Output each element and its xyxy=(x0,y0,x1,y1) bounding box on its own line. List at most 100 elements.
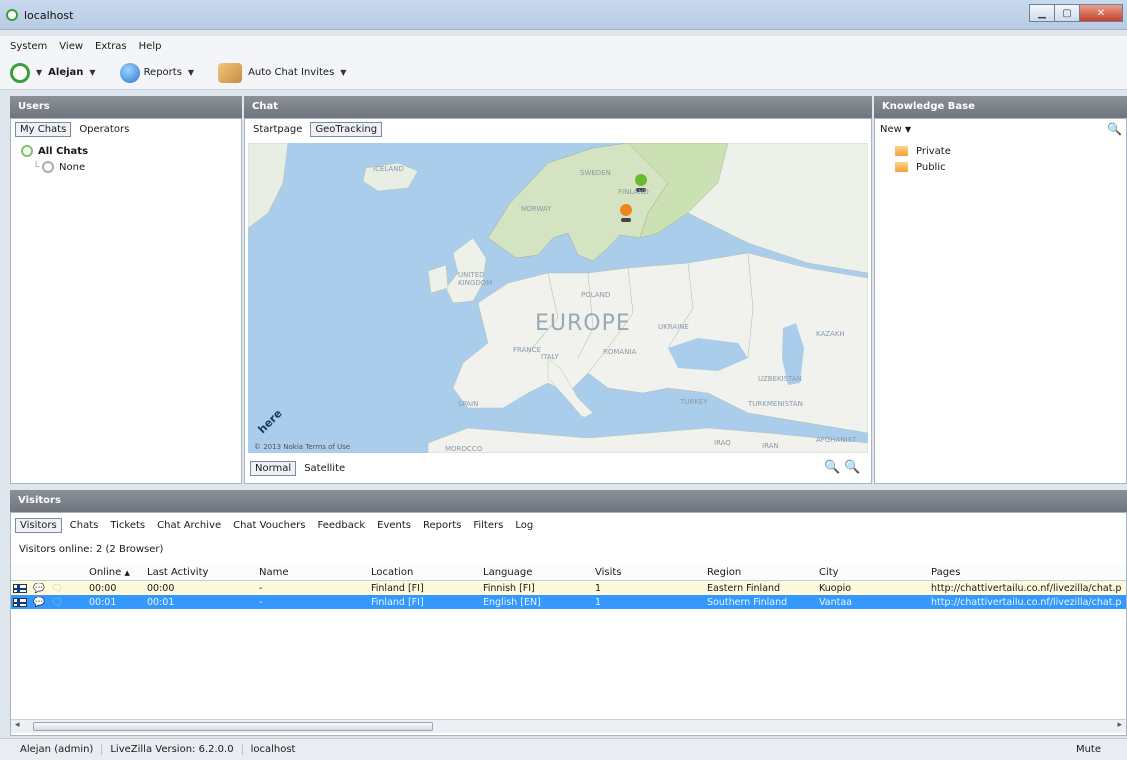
minimize-button[interactable]: ▁ xyxy=(1029,4,1055,22)
folder-label: Public xyxy=(916,161,946,173)
invites-label: Auto Chat Invites xyxy=(248,67,335,78)
tab-my-chats[interactable]: My Chats xyxy=(15,121,72,137)
map-label: IRAQ xyxy=(714,439,731,447)
cell-region: Eastern Finland xyxy=(707,582,781,594)
geotracking-map[interactable]: ICELAND SWEDEN FINLAND NORWAY UNITED KIN… xyxy=(248,143,868,453)
tab-log[interactable]: Log xyxy=(511,519,537,532)
sort-asc-icon: ▲ xyxy=(124,569,130,577)
cell-region: Southern Finland xyxy=(707,596,788,608)
column-name[interactable]: Name xyxy=(259,567,371,578)
kb-folder-public[interactable]: Public xyxy=(895,159,1126,175)
menu-extras[interactable]: Extras xyxy=(95,41,127,52)
column-visits[interactable]: Visits xyxy=(595,567,707,578)
status-icon xyxy=(21,145,33,157)
maximize-button[interactable]: ▢ xyxy=(1054,4,1080,22)
visitors-panel-header: Visitors xyxy=(10,490,1127,512)
map-credit-link[interactable]: © 2013 Nokia Terms of Use xyxy=(254,443,350,451)
kb-new-label: New xyxy=(880,123,902,135)
cell-last-activity: 00:00 xyxy=(147,582,175,594)
cell-language: Finnish [FI] xyxy=(483,582,535,594)
visitors-tabs: Visitors Chats Tickets Chat Archive Chat… xyxy=(11,513,1126,537)
zoom-in-icon[interactable]: 🔍 xyxy=(844,460,860,475)
tab-startpage[interactable]: Startpage xyxy=(249,123,306,136)
tab-geotracking[interactable]: GeoTracking xyxy=(310,121,383,137)
horizontal-scrollbar[interactable]: ◂ ▸ xyxy=(11,719,1126,733)
tree-item-all-chats[interactable]: All Chats xyxy=(21,143,241,159)
menu-bar: System View Extras Help xyxy=(0,36,1127,56)
tree-item-none[interactable]: └ None xyxy=(21,159,241,175)
menu-system[interactable]: System xyxy=(10,41,47,52)
column-pages[interactable]: Pages xyxy=(931,567,1121,578)
map-label: MOROCCO xyxy=(445,445,483,453)
close-button[interactable]: ✕ xyxy=(1079,4,1123,22)
zoom-out-icon[interactable]: 🔍 xyxy=(824,460,840,475)
window-controls: ▁ ▢ ✕ xyxy=(1029,4,1123,22)
cell-city: Vantaa xyxy=(819,596,852,608)
status-user: Alejan (admin) xyxy=(0,744,103,755)
toolbar: ▼ Alejan ▼ Reports ▼ Auto Chat Invites ▼ xyxy=(0,56,1127,90)
kb-panel: New ▼ 🔍 Private Public xyxy=(874,118,1127,484)
table-row[interactable]: 💬 🗨 00:01 00:01 - Finland [FI] English [… xyxy=(11,595,1126,609)
kb-folder-private[interactable]: Private xyxy=(895,143,1126,159)
scrollbar-thumb[interactable] xyxy=(33,722,433,731)
users-panel: My Chats Operators All Chats └ None xyxy=(10,118,242,484)
table-row[interactable]: 💬 🗨 00:00 00:00 - Finland [FI] Finnish [… xyxy=(11,581,1126,595)
tab-visitors[interactable]: Visitors xyxy=(15,517,62,533)
map-label: UNITED KINGDOM xyxy=(458,271,493,287)
invite-icon: 🗨 xyxy=(50,582,63,594)
auto-chat-invites-button[interactable]: Auto Chat Invites ▼ xyxy=(218,62,352,83)
map-label: ICELAND xyxy=(373,165,404,173)
cell-name: - xyxy=(259,596,263,608)
map-label: ITALY xyxy=(541,353,559,361)
cell-visits: 1 xyxy=(595,582,602,594)
map-mode-switch: Normal Satellite xyxy=(250,458,353,478)
cell-city: Kuopio xyxy=(819,582,852,594)
chat-bubble-icon: 💬 xyxy=(33,596,45,608)
chat-panel-header: Chat xyxy=(244,96,872,118)
tab-reports[interactable]: Reports xyxy=(419,519,465,532)
tab-feedback[interactable]: Feedback xyxy=(314,519,370,532)
tab-chats[interactable]: Chats xyxy=(66,519,103,532)
chevron-down-icon: ▼ xyxy=(340,68,347,77)
map-mode-satellite[interactable]: Satellite xyxy=(300,462,349,475)
menu-view[interactable]: View xyxy=(59,41,83,52)
cell-online: 00:01 xyxy=(89,596,117,608)
search-icon[interactable]: 🔍 xyxy=(1107,122,1122,136)
users-panel-header: Users xyxy=(10,96,242,118)
tab-chat-vouchers[interactable]: Chat Vouchers xyxy=(229,519,309,532)
column-location[interactable]: Location xyxy=(371,567,483,578)
column-last-activity[interactable]: Last Activity xyxy=(147,567,259,578)
map-label: UZBEKISTAN xyxy=(758,375,802,383)
tab-filters[interactable]: Filters xyxy=(469,519,507,532)
menu-help[interactable]: Help xyxy=(139,41,162,52)
folder-label: Private xyxy=(916,145,951,157)
map-label: UKRAINE xyxy=(658,323,689,331)
tab-events[interactable]: Events xyxy=(373,519,415,532)
reports-button[interactable]: Reports ▼ xyxy=(119,62,201,83)
status-version: LiveZilla Version: 6.2.0.0 xyxy=(102,744,243,755)
column-city[interactable]: City xyxy=(819,567,931,578)
map-label: TURKMENISTAN xyxy=(748,400,803,408)
visitors-online-count: Visitors online: 2 (2 Browser) xyxy=(19,543,164,555)
column-region[interactable]: Region xyxy=(707,567,819,578)
scroll-left-icon[interactable]: ◂ xyxy=(15,720,20,730)
tab-operators[interactable]: Operators xyxy=(75,123,133,136)
cell-visits: 1 xyxy=(595,596,602,608)
finland-flag-icon xyxy=(13,597,27,607)
column-online[interactable]: Online ▲ xyxy=(89,567,147,578)
chat-bubble-icon: 💬 xyxy=(33,582,45,594)
tab-chat-archive[interactable]: Chat Archive xyxy=(153,519,225,532)
kb-toolbar: New ▼ 🔍 xyxy=(875,119,1126,139)
chevron-down-icon: ▼ xyxy=(36,68,43,77)
tab-tickets[interactable]: Tickets xyxy=(106,519,149,532)
map-mode-normal[interactable]: Normal xyxy=(250,460,297,476)
status-dropdown[interactable]: ▼ Alejan ▼ xyxy=(10,62,102,83)
kb-new-button[interactable]: New ▼ xyxy=(880,124,911,135)
map-label: NORWAY xyxy=(521,205,552,213)
column-language[interactable]: Language xyxy=(483,567,595,578)
mute-button[interactable]: Mute xyxy=(1076,744,1101,755)
scroll-right-icon[interactable]: ▸ xyxy=(1117,720,1122,730)
chevron-down-icon: ▼ xyxy=(905,124,912,134)
map-label: FRANCE xyxy=(513,346,541,354)
chevron-down-icon: ▼ xyxy=(89,68,96,77)
